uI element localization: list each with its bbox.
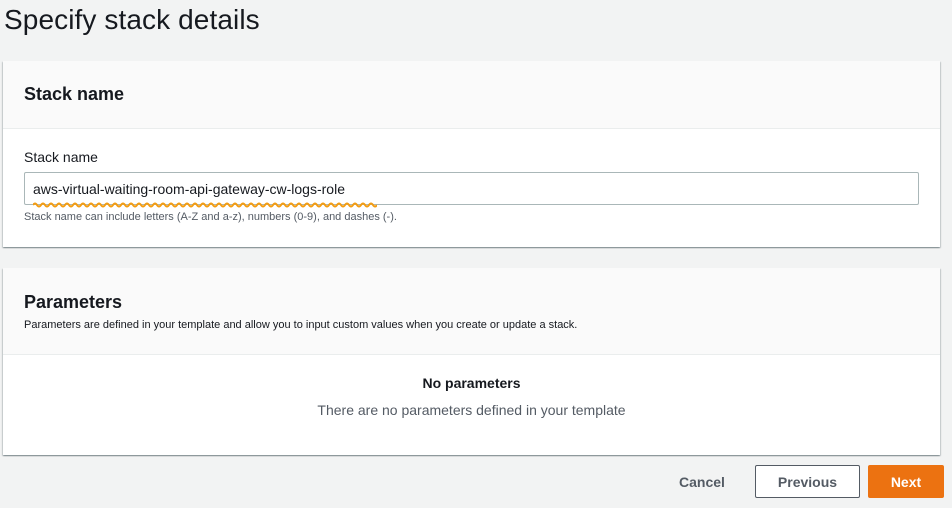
page: Specify stack details Stack name Stack n… [0, 0, 952, 508]
stack-name-input-wrap [24, 172, 919, 208]
parameters-description: Parameters are defined in your template … [24, 319, 578, 331]
stack-name-heading: Stack name [24, 84, 125, 104]
page-title: Specify stack details [4, 4, 260, 35]
empty-state-text: There are no parameters defined in your … [317, 402, 626, 418]
stack-name-panel-header: Stack name [3, 61, 940, 129]
parameters-empty-state: No parameters There are no parameters de… [3, 355, 940, 418]
stack-name-panel-body: Stack name Stack name can include letter… [3, 129, 940, 223]
next-button[interactable]: Next [868, 465, 944, 498]
previous-button[interactable]: Previous [755, 465, 860, 498]
stack-name-constraint: Stack name can include letters (A-Z and … [24, 211, 397, 223]
parameters-panel-header: Parameters Parameters are defined in you… [3, 268, 940, 355]
stack-name-input[interactable] [24, 172, 919, 205]
parameters-heading: Parameters [24, 292, 123, 312]
cancel-button[interactable]: Cancel [660, 465, 744, 498]
parameters-panel: Parameters Parameters are defined in you… [3, 268, 940, 455]
empty-state-title: No parameters [422, 375, 521, 391]
stack-name-panel: Stack name Stack name Stack name can inc… [3, 61, 940, 247]
stack-name-label: Stack name [24, 149, 98, 165]
